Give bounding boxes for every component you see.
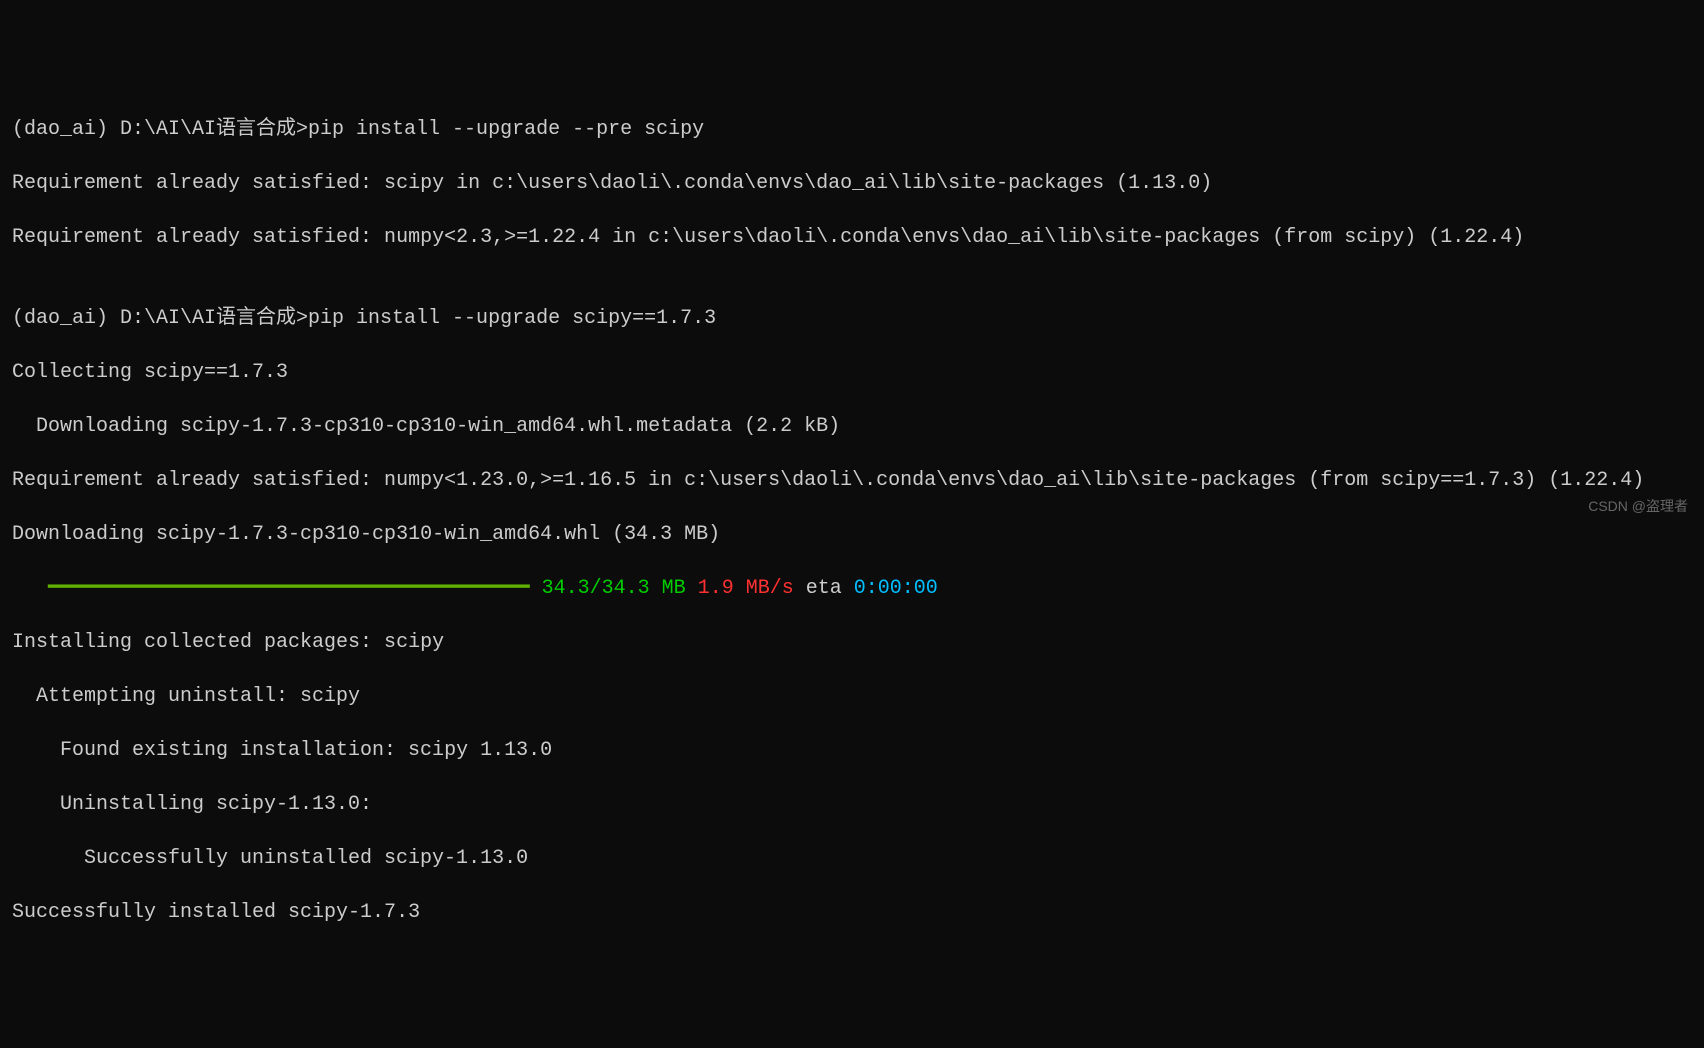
prompt-line-2: (dao_ai) D:\AI\AI语言合成>pip install --upgr… [12,305,1692,332]
progress-bar: ━━━━━━━━━━━━━━━━━━━━━━━━━━━━━━━━━━━━━━━━ [12,575,530,602]
downloading-wheel: Downloading scipy-1.7.3-cp310-cp310-win_… [12,521,1692,548]
progress-line: ━━━━━━━━━━━━━━━━━━━━━━━━━━━━━━━━━━━━━━━━… [12,575,1692,602]
found-existing: Found existing installation: scipy 1.13.… [12,737,1692,764]
prompt-line-1: (dao_ai) D:\AI\AI语言合成>pip install --upgr… [12,116,1692,143]
progress-eta-label: eta [794,577,854,600]
installing-packages: Installing collected packages: scipy [12,629,1692,656]
requirement-satisfied-3: Requirement already satisfied: numpy<1.2… [12,467,1692,494]
collecting-line: Collecting scipy==1.7.3 [12,359,1692,386]
requirement-satisfied-1: Requirement already satisfied: scipy in … [12,170,1692,197]
downloading-metadata: Downloading scipy-1.7.3-cp310-cp310-win_… [12,413,1692,440]
watermark: CSDN @盗理者 [1588,497,1688,516]
progress-complete: 34.3/34.3 MB [530,577,686,600]
attempting-uninstall: Attempting uninstall: scipy [12,683,1692,710]
progress-speed: 1.9 MB/s [686,577,794,600]
requirement-satisfied-2: Requirement already satisfied: numpy<2.3… [12,224,1692,251]
progress-eta-value: 0:00:00 [854,577,938,600]
uninstalling: Uninstalling scipy-1.13.0: [12,791,1692,818]
success-installed: Successfully installed scipy-1.7.3 [12,899,1692,926]
success-uninstalled: Successfully uninstalled scipy-1.13.0 [12,845,1692,872]
